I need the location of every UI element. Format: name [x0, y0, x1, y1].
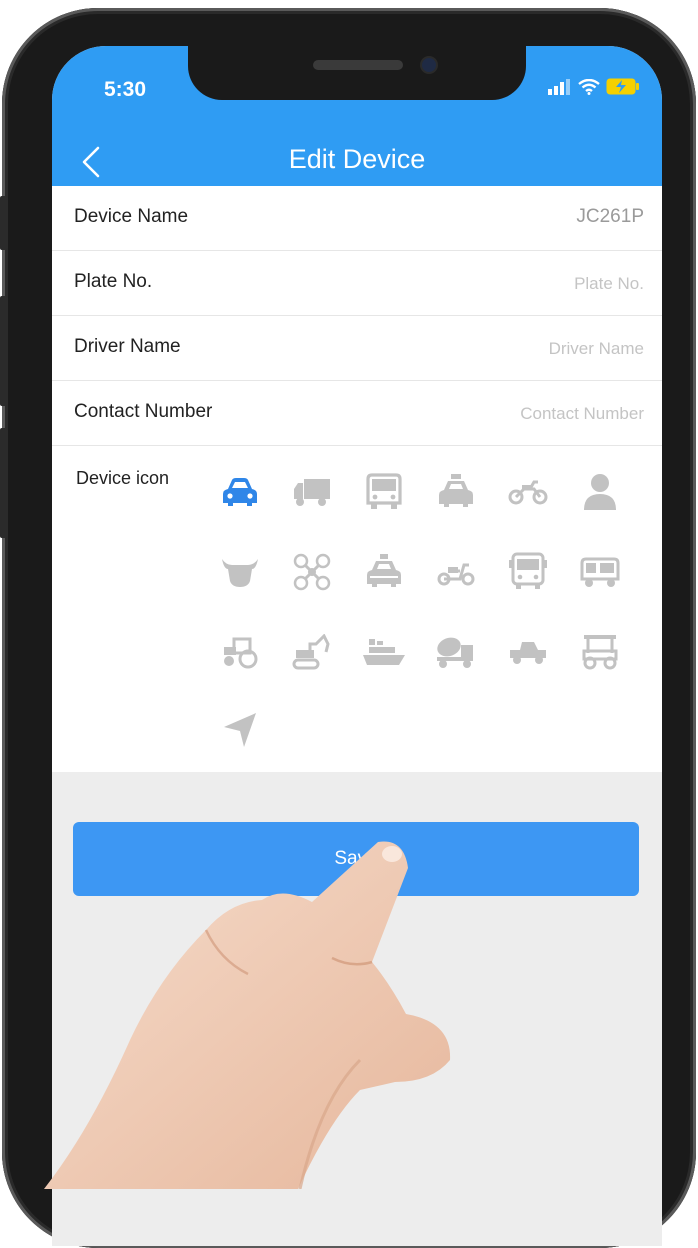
- edit-device-form: Device Name JC261P Plate No. Driver Name…: [52, 186, 662, 772]
- car-icon[interactable]: [216, 468, 264, 516]
- battery-charging-icon: [606, 78, 639, 95]
- scooter-icon[interactable]: [432, 548, 480, 596]
- bus-icon[interactable]: [360, 468, 408, 516]
- plate-no-row: Plate No.: [52, 251, 662, 316]
- front-camera: [422, 58, 436, 72]
- status-icons: [548, 78, 640, 95]
- device-icon-section: Device icon: [52, 446, 662, 772]
- save-button[interactable]: Save: [73, 822, 639, 896]
- contact-number-input[interactable]: [382, 403, 646, 425]
- tuk-tuk-icon[interactable]: [576, 548, 624, 596]
- device-name-value[interactable]: JC261P: [576, 206, 644, 228]
- status-bar: 5:30: [52, 46, 662, 138]
- motorcycle-icon[interactable]: [504, 468, 552, 516]
- police-car-icon[interactable]: [360, 548, 408, 596]
- driver-name-label: Driver Name: [74, 336, 181, 357]
- notch: [188, 46, 526, 100]
- person-icon[interactable]: [576, 468, 624, 516]
- excavator-icon[interactable]: [288, 628, 336, 676]
- contact-number-label: Contact Number: [74, 401, 213, 422]
- mixer-truck-icon[interactable]: [432, 628, 480, 676]
- truck-icon[interactable]: [288, 468, 336, 516]
- ship-icon[interactable]: [360, 628, 408, 676]
- nav-bar: Edit Device: [52, 138, 662, 186]
- tractor-icon[interactable]: [216, 628, 264, 676]
- contact-number-row: Contact Number: [52, 381, 662, 446]
- silent-switch: [0, 196, 8, 250]
- page-title: Edit Device: [288, 144, 426, 174]
- plate-no-label: Plate No.: [74, 271, 153, 292]
- arrow-icon[interactable]: [216, 706, 264, 754]
- speaker: [313, 60, 403, 70]
- device-icon-label: Device icon: [76, 468, 170, 488]
- golf-cart-icon[interactable]: [576, 628, 624, 676]
- pickup-truck-icon[interactable]: [504, 628, 552, 676]
- driver-name-row: Driver Name: [52, 316, 662, 381]
- signal-icon: [548, 78, 570, 95]
- volume-down-button: [0, 428, 8, 538]
- volume-up-button: [0, 296, 8, 406]
- taxi-icon[interactable]: [432, 468, 480, 516]
- device-name-label: Device Name: [74, 206, 189, 227]
- drone-icon[interactable]: [288, 548, 336, 596]
- driver-name-input[interactable]: [382, 338, 646, 360]
- status-time: 5:30: [104, 78, 147, 101]
- plate-no-input[interactable]: [382, 273, 646, 295]
- wifi-icon: [578, 78, 600, 95]
- device-name-row[interactable]: Device Name JC261P: [52, 186, 662, 251]
- phone-screen: 5:30 Edit Device Device Name JC261P Plat…: [52, 46, 662, 1246]
- coach-bus-icon[interactable]: [504, 548, 552, 596]
- cattle-icon[interactable]: [216, 548, 264, 596]
